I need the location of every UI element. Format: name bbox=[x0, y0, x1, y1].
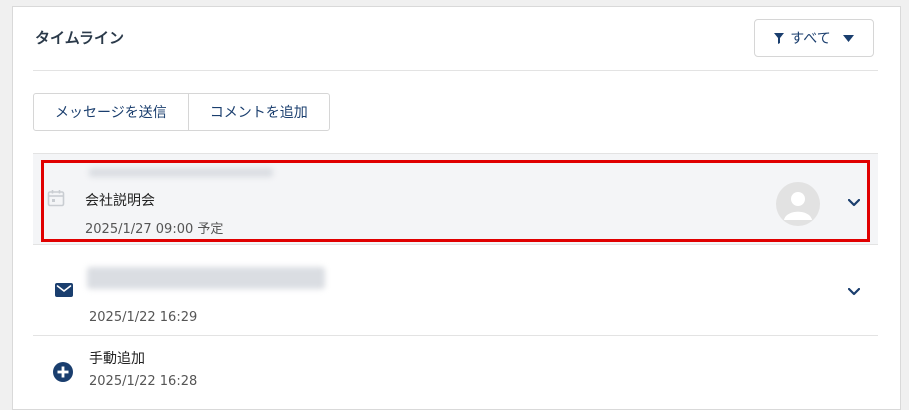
timeline-actions: メッセージを送信 コメントを追加 bbox=[33, 93, 330, 131]
filter-label: すべて bbox=[790, 31, 831, 47]
chevron-down-icon[interactable] bbox=[848, 288, 860, 296]
envelope-icon bbox=[55, 283, 73, 297]
redacted-text bbox=[89, 168, 273, 177]
chevron-down-icon[interactable] bbox=[848, 199, 860, 207]
redacted-text bbox=[87, 267, 325, 289]
item-timestamp: 2025/1/22 16:28 bbox=[89, 374, 198, 389]
plus-circle-icon bbox=[53, 362, 73, 382]
timeline-item[interactable]: 会社説明会 2025/1/27 09:00 予定 bbox=[33, 154, 878, 245]
timeline-title: タイムライン bbox=[35, 29, 124, 47]
item-title: 手動追加 bbox=[89, 351, 145, 367]
item-timestamp: 2025/1/27 09:00 予定 bbox=[85, 222, 224, 237]
avatar bbox=[776, 182, 820, 226]
timeline-list: 会社説明会 2025/1/27 09:00 予定 2025/1/22 16:29… bbox=[33, 153, 878, 398]
timeline-panel: タイムライン すべて メッセージを送信 コメントを追加 会社説明会 2025/1… bbox=[12, 6, 901, 410]
item-timestamp: 2025/1/22 16:29 bbox=[89, 310, 198, 325]
filter-dropdown-button[interactable]: すべて bbox=[754, 19, 874, 57]
timeline-item[interactable]: 2025/1/22 16:29 bbox=[33, 245, 878, 336]
filter-icon bbox=[774, 32, 785, 44]
item-title: 会社説明会 bbox=[85, 193, 155, 209]
timeline-item[interactable]: 手動追加 2025/1/22 16:28 bbox=[33, 336, 878, 398]
add-comment-button[interactable]: コメントを追加 bbox=[187, 94, 329, 130]
caret-down-icon bbox=[842, 34, 854, 42]
send-message-button[interactable]: メッセージを送信 bbox=[34, 94, 188, 130]
calendar-icon bbox=[47, 189, 65, 207]
timeline-header: タイムライン すべて bbox=[33, 7, 878, 71]
